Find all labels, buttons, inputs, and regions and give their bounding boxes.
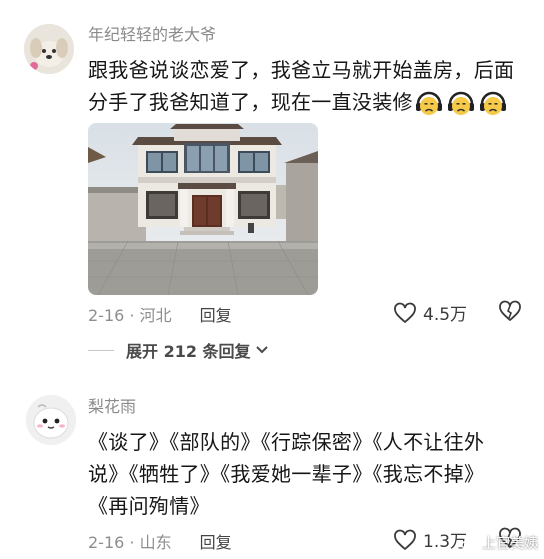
comment-text-line: 跟我爸说谈恋爱了，我爸立马就开始盖房，后面 bbox=[88, 58, 515, 82]
broken-heart-icon[interactable] bbox=[498, 300, 522, 322]
house-photo[interactable] bbox=[88, 123, 318, 295]
worried-emoji-icon bbox=[447, 91, 474, 115]
username[interactable]: 年纪轻轻的老大爷 bbox=[88, 25, 216, 45]
comment-meta: 2-16 · 山东 回复 bbox=[88, 529, 232, 553]
avatar[interactable] bbox=[26, 395, 76, 445]
worried-emoji-icon bbox=[479, 91, 506, 115]
comment-date-location: 2-16 · 河北 bbox=[88, 306, 172, 325]
worried-emoji-icon bbox=[415, 91, 442, 115]
weibo-logo-icon bbox=[461, 537, 478, 550]
like-button[interactable]: 4.5万 bbox=[393, 300, 467, 325]
watermark-text: 上官美姨 bbox=[482, 536, 538, 552]
expand-replies-label: 展开 212 条回复 bbox=[126, 342, 251, 361]
watermark: 上官美姨 bbox=[461, 533, 538, 553]
ghost-avatar-icon bbox=[26, 395, 76, 445]
comment-date-location: 2-16 · 山东 bbox=[88, 533, 172, 552]
comment-meta: 2-16 · 河北 回复 bbox=[88, 302, 232, 326]
expand-replies-button[interactable]: 展开 212 条回复 bbox=[88, 338, 269, 362]
comment-text-line: 分手了我爸知道了，现在一直没装修 bbox=[88, 90, 413, 114]
heart-outline-icon bbox=[394, 302, 416, 323]
comment-text-line: 《谈了》《部队的》《行踪保密》《人不让往外 bbox=[88, 430, 485, 454]
like-button[interactable]: 1.3万 bbox=[393, 527, 467, 552]
comment-text: 《谈了》《部队的》《行踪保密》《人不让往外 说》《牺牲了》《我爱她一辈子》《我忘… bbox=[88, 426, 484, 522]
comment-text-line: 说》《牺牲了》《我爱她一辈子》《我忘不掉》 bbox=[88, 462, 485, 486]
comment-text-line-2: 分手了我爸知道了，现在一直没装修 bbox=[88, 86, 514, 118]
reply-button[interactable]: 回复 bbox=[200, 529, 232, 553]
comment-text-line: 《再问殉情》 bbox=[88, 494, 210, 518]
like-count: 4.5万 bbox=[423, 305, 468, 325]
dog-avatar-icon bbox=[24, 24, 74, 74]
username[interactable]: 梨花雨 bbox=[88, 397, 136, 417]
chevron-down-icon bbox=[255, 346, 268, 354]
reply-button[interactable]: 回复 bbox=[200, 302, 232, 326]
comment-text: 跟我爸说谈恋爱了，我爸立马就开始盖房，后面 分手了我爸知道了，现在一直没装修 bbox=[88, 54, 514, 118]
heart-outline-icon bbox=[394, 529, 416, 550]
avatar[interactable] bbox=[24, 24, 74, 74]
divider bbox=[88, 349, 114, 351]
